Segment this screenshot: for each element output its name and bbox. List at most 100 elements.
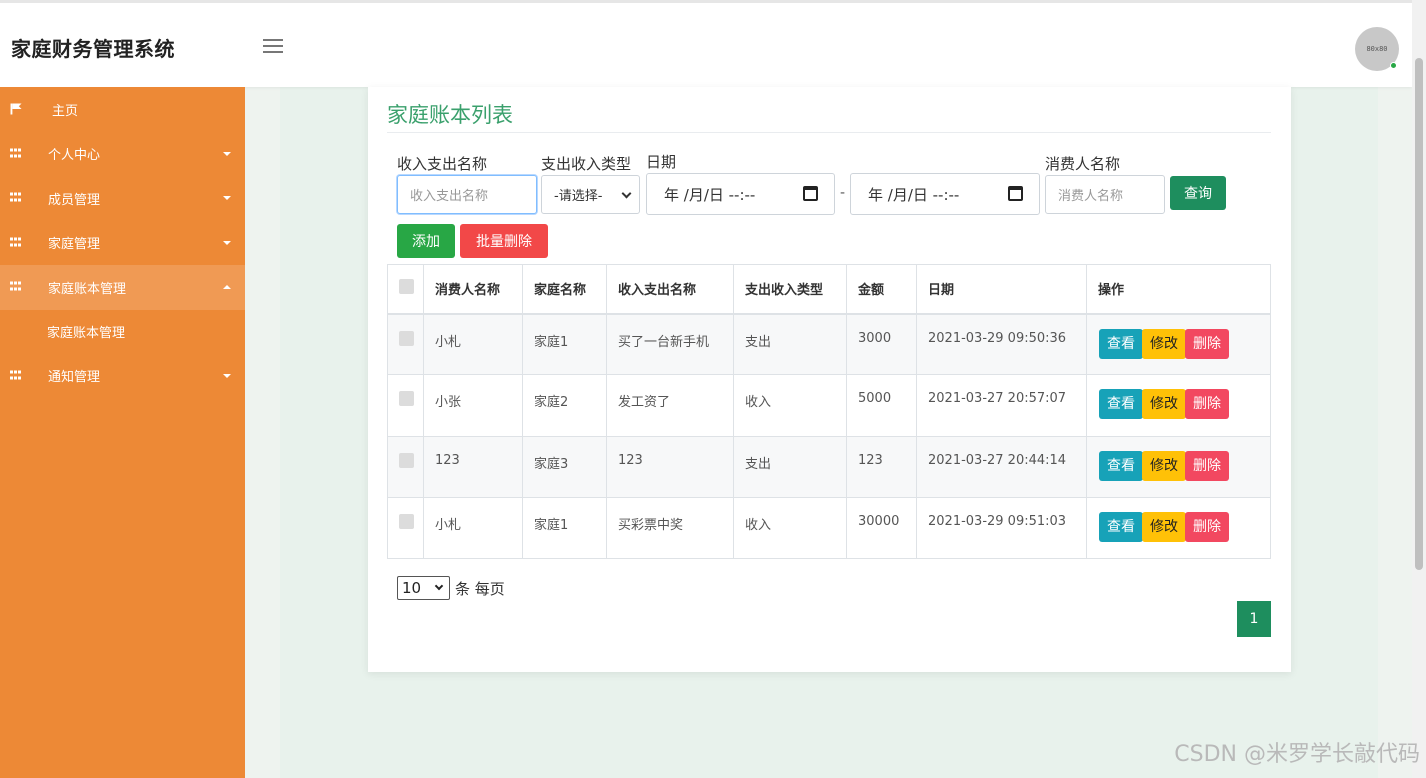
type-filter-select[interactable]: -请选择- xyxy=(541,175,640,214)
row-checkbox[interactable] xyxy=(399,513,414,529)
date-cell: 2021-03-29 09:51:03 xyxy=(916,496,1087,560)
sidebar: 主页 个人中心 成员管理 家庭管理 家庭账本管理 家庭账本管理 通知管理 xyxy=(0,87,245,778)
sidebar-item-ledger[interactable]: 家庭账本管理 xyxy=(0,265,245,310)
column-header[interactable]: 金额 xyxy=(846,264,917,315)
column-header[interactable]: 日期 xyxy=(916,264,1087,315)
delete-button[interactable]: 删除 xyxy=(1185,389,1229,420)
sidebar-item-label: 家庭账本管理 xyxy=(48,281,127,297)
page-size-label: 条 每页 xyxy=(455,580,505,598)
table-row: 小张 家庭2 发工资了 收入 5000 2021-03-27 20:57:07 … xyxy=(387,374,1271,437)
page-scrollbar[interactable] xyxy=(1412,0,1426,778)
sidebar-item-family[interactable]: 家庭管理 xyxy=(0,221,245,266)
amount-cell: 30000 xyxy=(846,496,917,560)
row-select-cell xyxy=(387,435,424,498)
column-header: 操作 xyxy=(1086,264,1271,315)
consumer-cell: 小张 xyxy=(423,374,523,437)
sidebar-item-members[interactable]: 成员管理 xyxy=(0,176,245,221)
sidebar-item-label: 成员管理 xyxy=(48,192,101,208)
name-cell: 发工资了 xyxy=(606,374,734,437)
amount-cell: 3000 xyxy=(846,312,917,376)
view-button[interactable]: 查看 xyxy=(1099,511,1143,542)
sidebar-item-label: 家庭管理 xyxy=(48,237,101,253)
row-select-cell xyxy=(387,374,424,437)
page-size-value: 10 xyxy=(402,579,422,597)
online-status-dot xyxy=(1390,62,1397,69)
date-start-value: 年 /月/日 --:-- xyxy=(664,185,756,204)
watermark-text: CSDN @米罗学长敲代码 xyxy=(1174,742,1420,767)
ledger-table: 消费人名称 家庭名称 收入支出名称 支出收入类型 金额 日期 操作 小札 家庭1… xyxy=(387,264,1271,560)
consumer-cell: 123 xyxy=(423,435,523,498)
avatar[interactable]: 80x80 xyxy=(1355,27,1399,71)
consumer-filter-label: 消费人名称 xyxy=(1045,155,1121,173)
calendar-icon[interactable] xyxy=(803,186,818,201)
edit-button[interactable]: 修改 xyxy=(1142,450,1186,481)
actions-cell: 查看 修改 删除 xyxy=(1086,435,1271,498)
sidebar-item-notice[interactable]: 通知管理 xyxy=(0,354,245,399)
caret-down-icon xyxy=(223,373,231,378)
type-cell: 收入 xyxy=(733,496,847,560)
edit-button[interactable]: 修改 xyxy=(1142,511,1186,542)
table-row: 小札 家庭1 买彩票中奖 收入 30000 2021-03-29 09:51:0… xyxy=(387,496,1271,560)
hamburger-menu-icon[interactable] xyxy=(263,39,283,55)
view-button[interactable]: 查看 xyxy=(1099,450,1143,481)
caret-down-icon xyxy=(223,240,231,245)
delete-button[interactable]: 删除 xyxy=(1185,450,1229,481)
grid-icon xyxy=(10,370,23,381)
type-filter-label: 支出收入类型 xyxy=(541,155,632,173)
view-button[interactable]: 查看 xyxy=(1099,328,1143,359)
delete-button[interactable]: 删除 xyxy=(1185,328,1229,359)
row-checkbox[interactable] xyxy=(399,391,414,407)
page-size-select[interactable]: 10 xyxy=(397,576,450,600)
ledger-list-card: 家庭账本列表 收入支出名称 收入支出名称 支出收入类型 -请选择- 日期 年 /… xyxy=(368,87,1291,672)
grid-icon xyxy=(10,192,23,204)
sidebar-item-home[interactable]: 主页 xyxy=(0,87,245,132)
family-cell: 家庭2 xyxy=(522,374,607,437)
table-header-row: 消费人名称 家庭名称 收入支出名称 支出收入类型 金额 日期 操作 xyxy=(387,264,1271,315)
sidebar-subitem-ledger[interactable]: 家庭账本管理 xyxy=(0,310,245,354)
date-start-input[interactable]: 年 /月/日 --:-- xyxy=(646,173,835,215)
row-select-cell xyxy=(387,496,424,560)
sidebar-item-label: 个人中心 xyxy=(48,148,101,164)
add-button[interactable]: 添加 xyxy=(397,224,455,258)
title-divider xyxy=(387,132,1271,133)
calendar-icon[interactable] xyxy=(1008,186,1023,201)
date-filter-label: 日期 xyxy=(646,153,677,171)
select-all-checkbox[interactable] xyxy=(399,279,414,295)
date-end-input[interactable]: 年 /月/日 --:-- xyxy=(850,173,1040,215)
name-filter-input[interactable]: 收入支出名称 xyxy=(397,175,537,214)
table-row: 123 家庭3 123 支出 123 2021-03-27 20:44:14 查… xyxy=(387,435,1271,498)
column-header[interactable]: 家庭名称 xyxy=(522,264,607,315)
actions-cell: 查看 修改 删除 xyxy=(1086,374,1271,437)
sidebar-item-label: 通知管理 xyxy=(48,370,101,386)
view-button[interactable]: 查看 xyxy=(1099,389,1143,420)
query-button[interactable]: 查询 xyxy=(1170,176,1226,210)
type-cell: 支出 xyxy=(733,435,847,498)
row-checkbox[interactable] xyxy=(399,452,414,468)
batch-delete-button[interactable]: 批量删除 xyxy=(460,224,548,258)
page-button-current[interactable]: 1 xyxy=(1237,601,1271,637)
name-filter-label: 收入支出名称 xyxy=(397,155,488,173)
consumer-cell: 小札 xyxy=(423,312,523,376)
delete-button[interactable]: 删除 xyxy=(1185,511,1229,542)
type-cell: 收入 xyxy=(733,374,847,437)
column-header[interactable]: 支出收入类型 xyxy=(733,264,847,315)
sidebar-item-profile[interactable]: 个人中心 xyxy=(0,132,245,177)
top-header: 家庭财务管理系统 80x80 xyxy=(0,0,1412,87)
caret-up-icon xyxy=(223,285,231,290)
grid-icon xyxy=(10,281,23,293)
date-end-value: 年 /月/日 --:-- xyxy=(868,185,960,204)
date-cell: 2021-03-27 20:44:14 xyxy=(916,435,1087,498)
date-range-separator: - xyxy=(840,185,846,201)
amount-cell: 5000 xyxy=(846,374,917,437)
row-checkbox[interactable] xyxy=(399,330,414,346)
scrollbar-thumb[interactable] xyxy=(1415,58,1423,570)
type-filter-value: -请选择- xyxy=(554,189,603,204)
caret-down-icon xyxy=(223,151,231,156)
column-header[interactable]: 收入支出名称 xyxy=(606,264,734,315)
page-title: 家庭账本列表 xyxy=(387,103,513,127)
column-header[interactable]: 消费人名称 xyxy=(423,264,523,315)
family-cell: 家庭1 xyxy=(522,312,607,376)
edit-button[interactable]: 修改 xyxy=(1142,389,1186,420)
edit-button[interactable]: 修改 xyxy=(1142,328,1186,359)
consumer-filter-input[interactable]: 消费人名称 xyxy=(1045,175,1165,214)
